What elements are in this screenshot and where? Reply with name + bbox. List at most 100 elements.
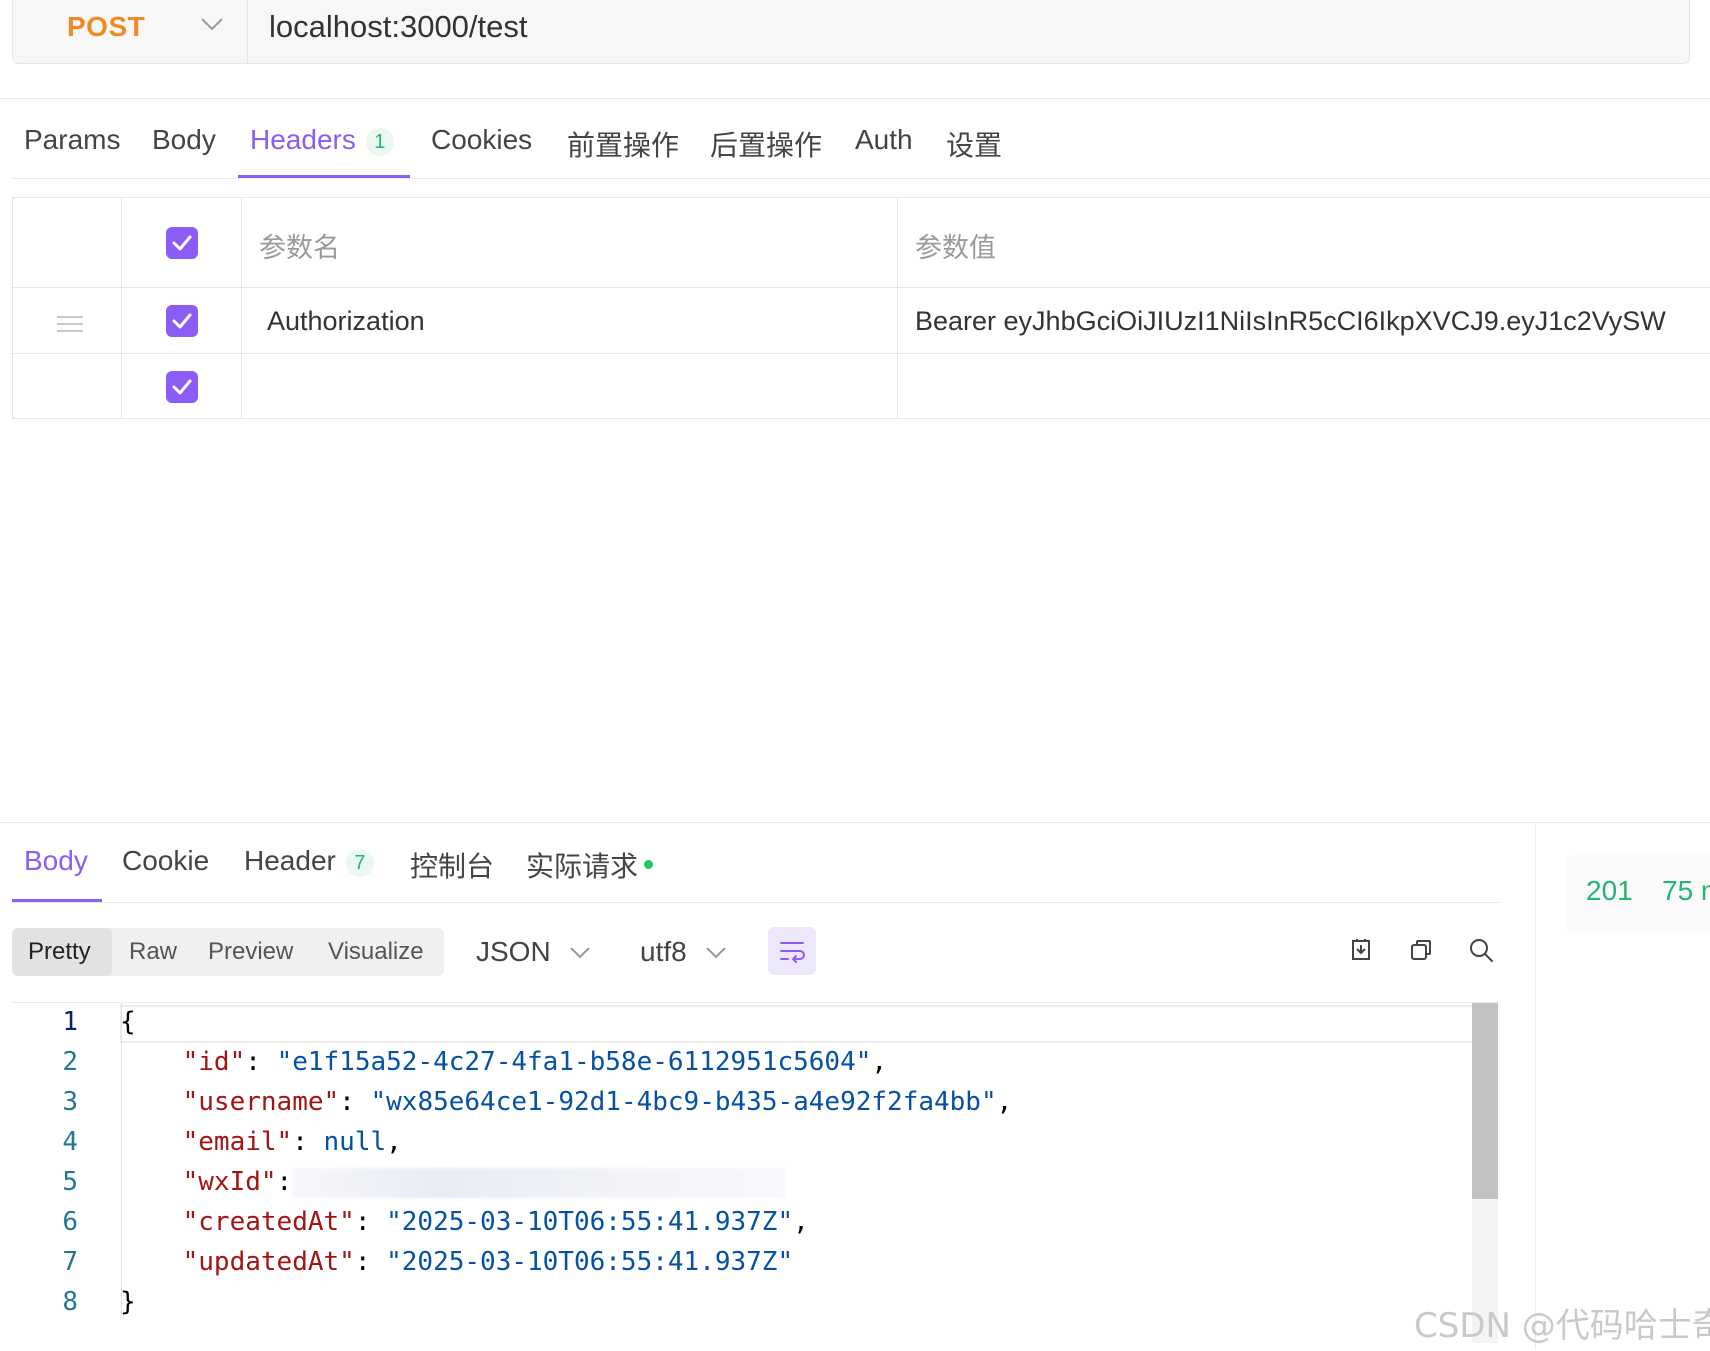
json-value: "2025-03-10T06:55:41.937Z" [386,1247,794,1277]
tab-cookies[interactable]: Cookies [431,124,532,156]
response-tabs: Body Cookie Header 7 控制台 实际请求 [0,835,1510,905]
divider [0,98,1710,99]
code-line: "email": null, [182,1127,402,1157]
json-key: "id" [182,1047,246,1077]
json-value: "e1f15a52-4c27-4fa1-b58e-6112951c5604" [276,1047,872,1077]
column-header-name: 参数名 [259,233,340,263]
check-icon [172,313,192,329]
scrollbar-thumb[interactable] [1472,1003,1498,1199]
select-all-checkbox[interactable] [166,227,198,259]
table-row: Authorization Bearer eyJhbGciOiJIUzI1NiI… [13,288,1710,354]
headers-table: 参数名 参数值 Authorization Bearer eyJhbGciOiJ… [12,197,1710,419]
format-select[interactable]: JSON [476,936,592,968]
table-row [13,354,1710,420]
line-number: 7 [62,1247,78,1277]
resp-tab-actual-request[interactable]: 实际请求 [526,845,654,885]
line-number: 2 [62,1047,78,1077]
line-number: 4 [62,1127,78,1157]
request-tabs: Params Body Headers 1 Cookies 前置操作 后置操作 A… [0,112,1710,180]
resp-tab-actual-request-label: 实际请求 [526,851,639,882]
table-header-row: 参数名 参数值 [13,198,1710,288]
chevron-down-icon [570,947,591,959]
response-time: 75 ms [1662,875,1710,906]
json-value: "wx85e64ce1-92d1-4bc9-b435-a4e92f2fa4bb" [370,1087,997,1117]
line-number: 1 [62,1007,78,1037]
encoding-label: utf8 [640,936,687,967]
json-value: "2025-03-10T06:55:41.937Z" [386,1207,794,1237]
chevron-down-icon [201,18,223,31]
headers-count-badge: 1 [365,127,394,156]
view-mode-visualize[interactable]: Visualize [328,938,424,966]
check-icon [172,235,192,251]
json-brace: { [120,1007,136,1037]
encoding-select[interactable]: utf8 [640,936,728,968]
redacted-value [292,1167,787,1198]
status-code: 201 [1586,875,1633,906]
json-brace: } [120,1287,136,1317]
format-label: JSON [476,936,551,967]
code-line: "id": "e1f15a52-4c27-4fa1-b58e-6112951c5… [182,1047,888,1077]
tab-headers[interactable]: Headers 1 [250,124,394,156]
line-number: 5 [62,1167,78,1197]
check-icon [172,379,192,395]
code-line: "updatedAt": "2025-03-10T06:55:41.937Z" [182,1247,794,1277]
resp-tab-console[interactable]: 控制台 [410,845,494,885]
response-status: 201 75 ms [1566,855,1710,933]
word-wrap-button[interactable] [768,927,816,975]
panel-divider[interactable] [1535,822,1536,1350]
code-line: "createdAt": "2025-03-10T06:55:41.937Z", [182,1207,809,1237]
header-count-badge: 7 [345,848,374,877]
divider [12,902,1500,903]
resp-tab-cookie[interactable]: Cookie [122,845,209,877]
download-icon[interactable] [1347,936,1375,964]
tab-post-ops[interactable]: 后置操作 [710,124,822,164]
header-name-field[interactable]: Authorization [267,306,425,337]
editor-scrollbar[interactable] [1472,1003,1498,1343]
method-label: POST [67,11,146,42]
status-dot-icon [644,860,654,870]
tab-auth[interactable]: Auth [855,124,913,156]
code-line: "username": "wx85e64ce1-92d1-4bc9-b435-a… [182,1087,1013,1117]
resp-tab-header-label: Header [244,845,336,876]
view-mode-pretty[interactable]: Pretty [28,938,91,966]
code-line: } [120,1287,136,1317]
json-key: "createdAt" [182,1207,355,1237]
resp-tab-header[interactable]: Header 7 [244,845,374,877]
tab-headers-label: Headers [250,124,356,155]
response-divider [0,822,1710,823]
json-key: "wxId" [182,1167,277,1197]
tab-params[interactable]: Params [24,124,120,156]
line-number: 3 [62,1087,78,1117]
json-value: null [323,1127,387,1157]
chevron-down-icon [706,947,727,959]
json-key: "username" [182,1087,340,1117]
view-mode-preview[interactable]: Preview [208,938,293,966]
resp-tab-body[interactable]: Body [24,845,88,877]
code-line: "wxId": [120,1167,787,1198]
watermark: CSDN @代码哈士奇 [1414,1306,1710,1346]
url-bar: POST localhost:3000/test [12,0,1690,64]
header-value-field[interactable]: Bearer eyJhbGciOiJIUzI1NiIsInR5cCI6IkpXV… [915,306,1666,337]
response-body-editor[interactable]: 1 2 3 4 5 6 7 8 { "id": "e1f15a52-4c27-4… [12,1002,1500,1351]
divider [12,178,1710,179]
json-key: "updatedAt" [182,1247,355,1277]
search-icon[interactable] [1467,936,1495,964]
tab-body[interactable]: Body [152,124,216,156]
tab-settings[interactable]: 设置 [946,124,1002,164]
row-enable-checkbox[interactable] [166,305,198,337]
line-number: 6 [62,1207,78,1237]
tab-pre-ops[interactable]: 前置操作 [567,124,679,164]
current-line-highlight [120,1005,1484,1043]
code-line: { [120,1007,136,1037]
view-mode-switch: Pretty Raw Preview Visualize [12,928,444,976]
line-number: 8 [62,1287,78,1317]
column-header-value: 参数值 [915,233,996,263]
row-enable-checkbox[interactable] [166,371,198,403]
drag-handle-icon[interactable] [55,314,85,334]
json-key: "email" [182,1127,293,1157]
word-wrap-icon [780,942,805,963]
view-mode-raw[interactable]: Raw [129,938,177,966]
method-select[interactable]: POST [13,0,248,63]
copy-icon[interactable] [1407,936,1435,964]
url-input[interactable]: localhost:3000/test [269,9,528,45]
